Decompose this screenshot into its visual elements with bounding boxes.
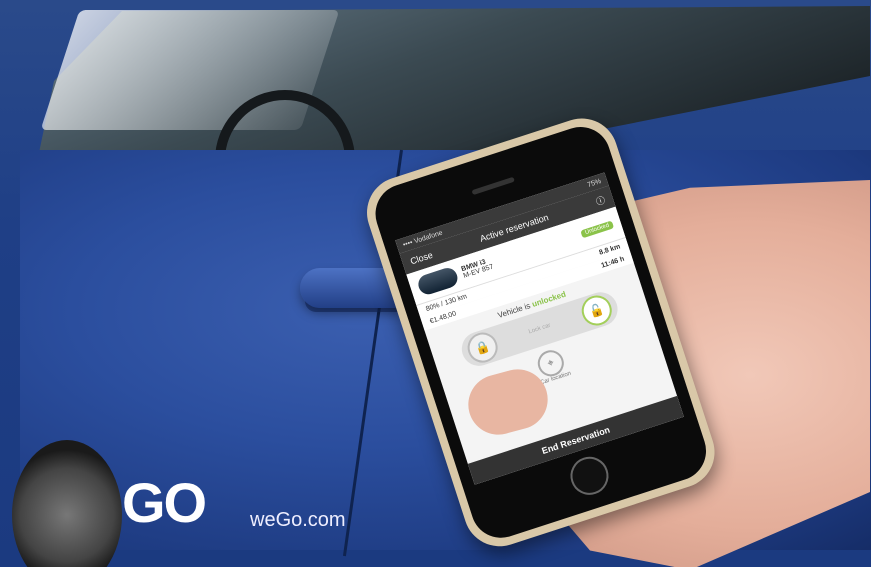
- brand-logo: GO: [122, 471, 207, 534]
- car-thumbnail: [415, 265, 461, 297]
- home-button[interactable]: [565, 451, 614, 500]
- time-value: 11:46 h: [600, 255, 626, 270]
- phone-speaker: [471, 176, 515, 196]
- lock-text: Lock car: [527, 322, 552, 336]
- app-screen: •••• Vodafone 75% Close Active reservati…: [395, 172, 684, 485]
- info-icon[interactable]: ⓘ: [594, 192, 607, 207]
- battery-label: 75%: [586, 177, 602, 189]
- status-badge: Unlocked: [580, 220, 615, 239]
- brand-url: weGo.com: [250, 509, 346, 531]
- photo-scene: GO weGo.com •••• Vodafone 75% Close Acti…: [0, 0, 871, 567]
- unlock-icon[interactable]: 🔓: [577, 291, 616, 330]
- close-button[interactable]: Close: [409, 250, 434, 267]
- lock-icon[interactable]: 🔒: [463, 328, 502, 367]
